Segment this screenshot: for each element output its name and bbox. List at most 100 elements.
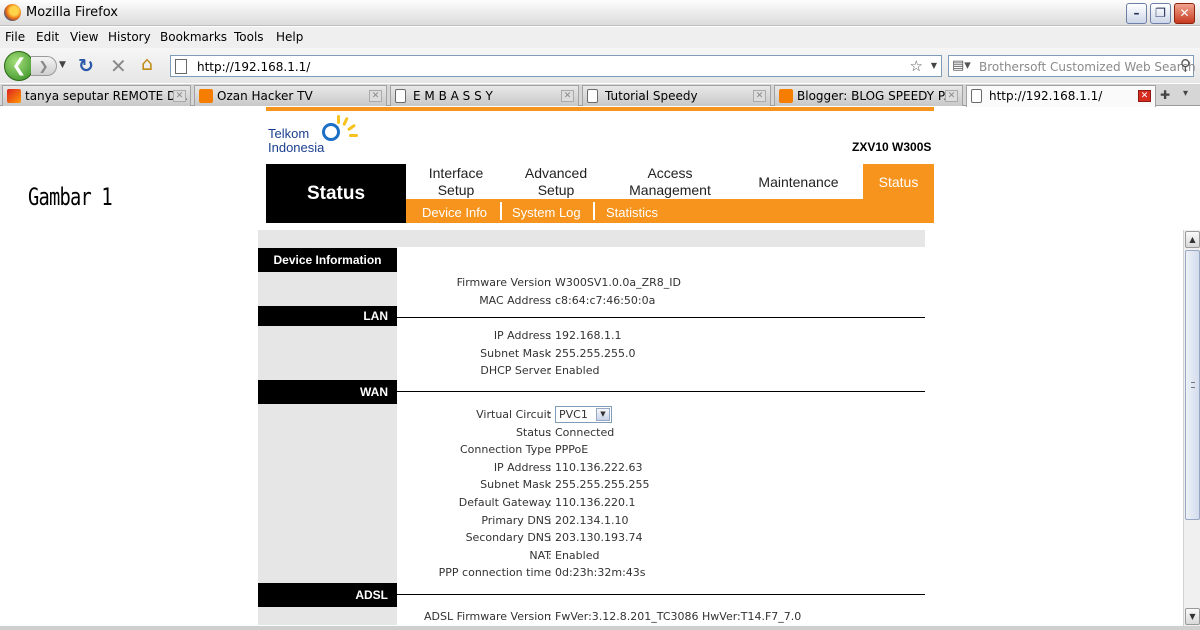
virtual-circuit-select[interactable]: PVC1 ▼ [555, 406, 612, 423]
info-row: Virtual Circuit: PVC1 ▼ [397, 406, 925, 424]
field-label: Subnet Mask [480, 478, 551, 491]
chevron-down-icon[interactable]: ▼ [596, 408, 610, 421]
info-row: IP Address: 110.136.222.63 [493, 461, 643, 474]
tab-router-active[interactable]: http://192.168.1.1/ ✕ [966, 85, 1156, 107]
submenu-device-info[interactable]: Device Info [422, 205, 487, 220]
menu-view[interactable]: View [70, 30, 98, 44]
address-bar-url[interactable]: http://192.168.1.1/ [197, 60, 310, 74]
close-window-button[interactable]: ✕ [1174, 3, 1195, 24]
menu-file[interactable]: File [5, 30, 25, 44]
menu-access-management[interactable]: Access Management [606, 165, 734, 199]
tab-list-icon[interactable]: ▾ [1183, 88, 1188, 99]
blogger-icon [199, 89, 213, 103]
tab-close-icon[interactable]: ✕ [561, 90, 574, 102]
info-row: Default Gateway: 110.136.220.1 [458, 496, 636, 509]
search-engine-icon[interactable]: ▤▾ [952, 58, 971, 73]
red-site-icon [7, 89, 21, 103]
bookmark-star-icon[interactable]: ☆ [910, 57, 923, 75]
tab-label: Ozan Hacker TV [217, 89, 313, 103]
reload-icon[interactable]: ↻ [78, 55, 94, 77]
section-divider [397, 317, 925, 318]
logo-ray-icon [342, 116, 349, 127]
field-value: PPPoE [555, 443, 589, 456]
info-row: Connection Type: PPPoE [459, 443, 589, 456]
history-dropdown-icon[interactable]: ▼ [59, 60, 66, 70]
logo-ray-icon [349, 134, 358, 137]
stop-icon[interactable]: ✕ [110, 54, 127, 78]
search-box[interactable]: ▤▾ Brothersoft Customized Web Search ⚲ [948, 55, 1196, 77]
window-title: Mozilla Firefox [26, 5, 118, 20]
scroll-down-icon[interactable]: ▼ [1185, 608, 1200, 625]
tab-close-icon[interactable]: ✕ [369, 90, 382, 102]
figure-caption: Gambar 1 [28, 183, 113, 211]
field-value: Enabled [555, 364, 600, 377]
menu-advanced-setup[interactable]: Advanced Setup [506, 165, 606, 199]
menu-status[interactable]: Status [863, 164, 934, 199]
field-value: 192.168.1.1 [555, 329, 622, 342]
menu-bookmarks[interactable]: Bookmarks [160, 30, 227, 44]
info-row: Status: Connected [515, 426, 615, 439]
info-row: MAC Address: c8:64:c7:46:50:0a [479, 294, 656, 307]
url-dropdown-icon[interactable]: ▼ [931, 61, 937, 70]
field-value: FwVer:3.12.8.201_TC3086 HwVer:T14.F7_7.0 [555, 610, 802, 623]
page-viewport: Gambar 1 Telkom Indonesia ZXV10 W300S St… [0, 107, 1183, 625]
tab-close-icon[interactable]: ✕ [1138, 90, 1151, 102]
menu-history[interactable]: History [108, 30, 151, 44]
page-icon [587, 89, 598, 103]
scroll-up-icon[interactable]: ▲ [1185, 231, 1200, 248]
submenu-system-log[interactable]: System Log [512, 205, 581, 220]
field-value: 110.136.222.63 [555, 461, 643, 474]
info-row: Primary DNS: 202.134.1.10 [481, 514, 629, 527]
tab-ozan-hacker[interactable]: Ozan Hacker TV ✕ [194, 85, 387, 106]
field-label: MAC Address [479, 294, 551, 307]
back-button[interactable]: ❮ [4, 51, 34, 81]
new-tab-icon[interactable]: ✚ [1160, 88, 1170, 102]
page-icon [395, 89, 406, 103]
scrollbar-thumb[interactable] [1185, 250, 1200, 520]
field-label: Secondary DNS [465, 531, 551, 544]
horizontal-scrollbar[interactable] [0, 626, 1200, 630]
tab-label: tanya seputar REMOTE D... [25, 89, 188, 103]
navigation-toolbar: ❮ ❯ ▼ ↻ ✕ ⌂ http://192.168.1.1/ ☆ ▼ ▤▾ B… [0, 48, 1200, 83]
info-row: IP Address: 192.168.1.1 [493, 329, 622, 342]
info-row: NAT: Enabled [529, 549, 600, 562]
field-label: Virtual Circuit [476, 408, 551, 421]
menu-interface-setup[interactable]: Interface Setup [406, 165, 506, 199]
restore-button[interactable]: ❐ [1150, 3, 1171, 24]
field-label: IP Address [493, 461, 551, 474]
minimize-button[interactable]: – [1126, 3, 1147, 24]
tab-blog-speedy[interactable]: Blogger: BLOG SPEEDY P... ✕ [774, 85, 963, 106]
menu-help[interactable]: Help [276, 30, 303, 44]
address-bar[interactable]: http://192.168.1.1/ ☆ ▼ [170, 55, 942, 77]
menu-edit[interactable]: Edit [36, 30, 59, 44]
telkom-logo-icon [322, 123, 340, 141]
menu-label: Setup [537, 182, 575, 198]
search-placeholder[interactable]: Brothersoft Customized Web Search [979, 60, 1196, 74]
home-icon[interactable]: ⌂ [141, 53, 153, 75]
tab-close-icon[interactable]: ✕ [173, 90, 186, 102]
vertical-scrollbar[interactable]: ▲ ▼ [1183, 230, 1200, 626]
section-divider [397, 391, 925, 392]
tab-tutorial-speedy[interactable]: Tutorial Speedy ✕ [582, 85, 771, 106]
menu-tools[interactable]: Tools [234, 30, 264, 44]
logo-text-indonesia: Indonesia [268, 140, 325, 155]
section-adsl: ADSL [258, 583, 397, 607]
field-value: Enabled [555, 549, 600, 562]
tab-close-icon[interactable]: ✕ [945, 90, 958, 102]
tab-bar: tanya seputar REMOTE D... ✕ Ozan Hacker … [0, 84, 1200, 107]
menu-label: Management [629, 182, 711, 198]
info-row: Subnet Mask: 255.255.255.0 [480, 347, 636, 360]
tab-remote[interactable]: tanya seputar REMOTE D... ✕ [2, 85, 191, 106]
info-row: DHCP Server: Enabled [480, 364, 600, 377]
forward-button[interactable]: ❯ [31, 56, 57, 76]
search-magnifier-icon[interactable]: ⚲ [1180, 56, 1191, 74]
field-label: ADSL Firmware Version [424, 610, 551, 623]
tab-embassy[interactable]: E M B A S S Y ✕ [390, 85, 579, 106]
menu-maintenance[interactable]: Maintenance [734, 174, 863, 191]
field-value: 203.130.193.74 [555, 531, 643, 544]
tab-close-icon[interactable]: ✕ [753, 90, 766, 102]
submenu-separator [500, 202, 502, 220]
submenu-statistics[interactable]: Statistics [606, 205, 658, 220]
page-section-title: Status [266, 164, 406, 223]
main-menu: Interface Setup Advanced Setup Access Ma… [406, 164, 863, 199]
